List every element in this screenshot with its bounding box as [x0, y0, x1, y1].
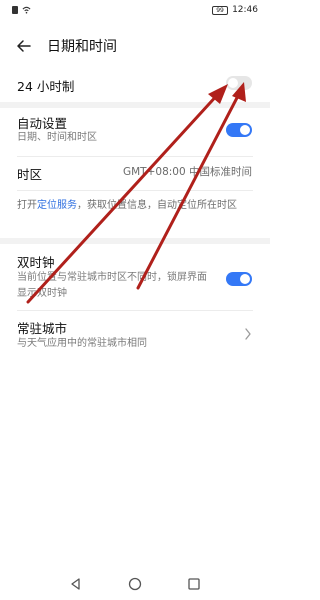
status-left — [12, 6, 31, 14]
home-city-subtitle: 与天气应用中的常驻城市相同 — [17, 338, 147, 349]
header: 日期和时间 — [0, 30, 270, 62]
navigation-bar — [0, 568, 270, 600]
dual-clock-row[interactable]: 双时钟 当前位置与常驻城市时区不同时，锁屏界面显示双时钟 — [0, 252, 270, 306]
timezone-value: GMT+08:00 中国标准时间 — [122, 166, 252, 178]
location-hint-suffix: ，获取位置信息，自动定位所在时区 — [77, 200, 237, 211]
section-divider — [0, 102, 270, 108]
toggle-knob — [228, 78, 238, 88]
hour24-label: 24 小时制 — [17, 79, 75, 94]
dual-clock-toggle[interactable] — [226, 272, 252, 286]
section-divider — [0, 238, 270, 244]
battery-icon: 99 — [212, 5, 229, 15]
location-service-link[interactable]: 定位服务 — [37, 200, 77, 211]
hour24-row[interactable]: 24 小时制 — [0, 70, 270, 100]
home-city-row[interactable]: 常驻城市 与天气应用中的常驻城市相同 — [0, 318, 270, 356]
hour24-toggle[interactable] — [226, 76, 252, 90]
dual-clock-subtitle: 当前位置与常驻城市时区不同时，锁屏界面显示双时钟 — [17, 272, 207, 299]
location-hint-text: 打开定位服务，获取位置信息，自动定位所在时区 — [17, 198, 253, 214]
page-title: 日期和时间 — [47, 39, 117, 55]
row-divider — [17, 190, 253, 191]
location-hint-prefix: 打开 — [17, 200, 37, 211]
chevron-right-icon — [245, 328, 251, 340]
row-divider — [17, 156, 253, 157]
row-divider — [17, 310, 253, 311]
circle-home-icon[interactable] — [127, 576, 143, 592]
square-recent-icon[interactable] — [186, 576, 202, 592]
location-hint: 打开定位服务，获取位置信息，自动定位所在时区 — [0, 198, 270, 234]
auto-settings-toggle[interactable] — [226, 123, 252, 137]
back-arrow-icon[interactable] — [16, 38, 32, 54]
status-bar: 99 12:46 — [0, 0, 270, 22]
status-time: 12:46 — [232, 5, 258, 15]
home-city-title: 常驻城市 — [17, 321, 68, 336]
timezone-row[interactable]: 时区 GMT+08:00 中国标准时间 — [0, 164, 270, 184]
toggle-knob — [240, 125, 250, 135]
dual-clock-title: 双时钟 — [17, 255, 55, 270]
triangle-back-icon[interactable] — [68, 576, 84, 592]
auto-settings-subtitle: 日期、时间和时区 — [17, 132, 97, 143]
timezone-label: 时区 — [17, 167, 43, 182]
auto-settings-row[interactable]: 自动设置 日期、时间和时区 — [0, 112, 270, 152]
sim-card-icon — [12, 6, 18, 14]
toggle-knob — [240, 274, 250, 284]
status-right: 99 12:46 — [212, 5, 258, 15]
wifi-icon — [22, 6, 31, 14]
